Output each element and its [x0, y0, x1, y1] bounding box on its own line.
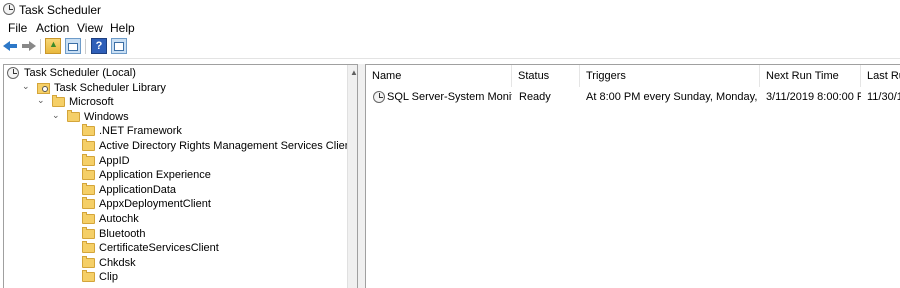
task-last-run-time: 11/30/19	[867, 91, 900, 103]
column-header-status[interactable]: Status	[512, 65, 580, 87]
expand-chevron-icon[interactable]: ⌄	[37, 96, 46, 105]
folder-icon	[52, 95, 65, 108]
tree-item-label: Task Scheduler (Local)	[24, 67, 136, 79]
tree-item-label: Autochk	[99, 213, 139, 225]
task-list-pane: Name Status Triggers Next Run Time Last …	[365, 64, 900, 288]
column-header-last-run-time[interactable]: Last Ru	[861, 65, 900, 87]
clock-icon	[7, 67, 19, 79]
column-header-name[interactable]: Name	[366, 65, 512, 87]
column-header-triggers[interactable]: Triggers	[580, 65, 760, 87]
task-next-run-time: 3/11/2019 8:00:00 PM	[766, 91, 861, 103]
pane-splitter[interactable]	[358, 64, 365, 288]
tree-item-label: Microsoft	[69, 96, 114, 109]
folder-icon	[82, 139, 95, 151]
folder-icon	[82, 153, 95, 166]
folder-icon	[82, 241, 95, 254]
tree-item-label: .NET Framework	[99, 125, 182, 138]
task-status: Ready	[519, 91, 551, 103]
window-title: Task Scheduler	[19, 3, 102, 17]
up-folder-icon[interactable]	[45, 38, 61, 54]
task-scheduler-clock-icon	[3, 3, 15, 15]
back-arrow-icon[interactable]	[3, 38, 19, 54]
folder-icon	[82, 197, 95, 210]
task-triggers: At 8:00 PM every Sunday, Monday, Tu...	[586, 91, 758, 103]
tree-item-label: Chkdsk	[99, 256, 136, 269]
task-row[interactable]: SQL Server-System Monitor Ready At 8:00 …	[366, 89, 900, 105]
tree-item-label: Bluetooth	[99, 227, 146, 240]
show-hide-console-tree-icon[interactable]	[65, 38, 81, 54]
forward-arrow-icon[interactable]	[21, 38, 37, 54]
tree-item-label: Task Scheduler Library	[54, 81, 166, 94]
tree-item-label: CertificateServicesClient	[99, 242, 219, 255]
expand-chevron-icon[interactable]: ⌄	[52, 110, 61, 120]
tree-item-label: Clip	[99, 271, 118, 284]
vertical-scrollbar[interactable]: ▲	[347, 65, 357, 288]
folder-icon	[82, 182, 95, 195]
tree-item-label: Application Experience	[99, 169, 211, 182]
menu-bar: File Action View Help	[0, 19, 900, 36]
menu-help[interactable]: Help	[110, 21, 135, 35]
tree-item-label: Active Directory Rights Management Servi…	[99, 140, 354, 152]
folder-icon	[82, 226, 95, 239]
toolbar-divider	[40, 39, 41, 54]
folder-icon	[67, 109, 80, 122]
task-clock-icon	[373, 91, 385, 103]
folder-icon	[82, 124, 95, 137]
menu-file[interactable]: File	[8, 21, 27, 35]
folder-icon	[82, 168, 95, 181]
folder-icon	[82, 255, 95, 268]
tree-item-label: Windows	[84, 110, 129, 123]
folder-icon	[82, 270, 95, 283]
scroll-up-arrow-icon[interactable]: ▲	[350, 68, 357, 77]
tree-item-label: AppxDeploymentClient	[99, 198, 211, 211]
expand-chevron-icon[interactable]: ⌄	[22, 81, 31, 91]
tree-item-label: ApplicationData	[99, 183, 177, 196]
toolbar-divider	[85, 39, 86, 54]
help-icon[interactable]: ?	[91, 38, 107, 54]
title-bar: Task Scheduler	[0, 0, 900, 20]
folder-icon	[82, 212, 95, 224]
task-name: SQL Server-System Monitor	[387, 91, 512, 103]
menu-view[interactable]: View	[77, 21, 103, 35]
menu-action[interactable]: Action	[36, 21, 69, 35]
console-tree-pane: Task Scheduler (Local) ⌄ Task Scheduler Li…	[3, 64, 358, 288]
column-header-next-run-time[interactable]: Next Run Time	[760, 65, 861, 87]
show-action-pane-icon[interactable]	[111, 38, 127, 54]
toolbar: ?	[0, 36, 900, 59]
tree-item-label: AppID	[99, 154, 130, 167]
library-folder-icon	[37, 82, 50, 94]
